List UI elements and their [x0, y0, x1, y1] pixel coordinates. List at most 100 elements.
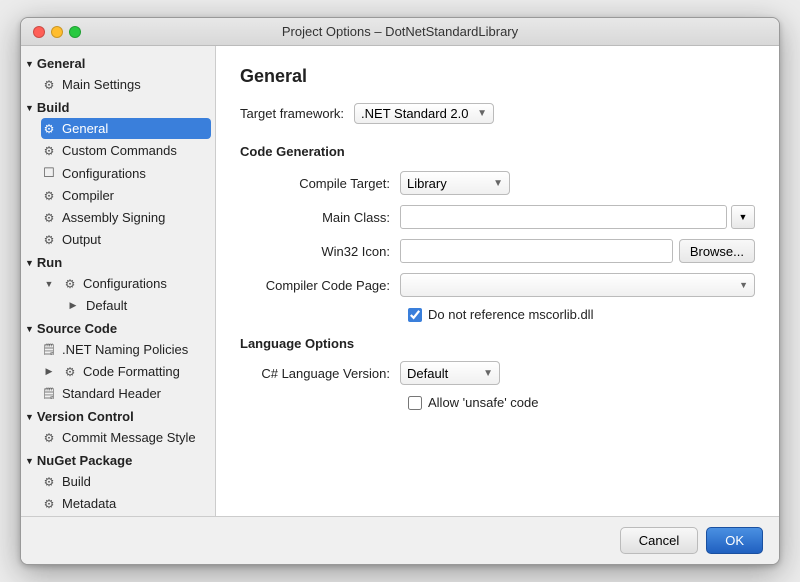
- main-class-dropdown[interactable]: ▼: [731, 205, 755, 229]
- sidebar-item-assembly-signing[interactable]: Assembly Signing: [41, 207, 211, 228]
- compile-target-row: Compile Target: Library ▼: [240, 171, 755, 195]
- mscorlib-label: Do not reference mscorlib.dll: [428, 307, 593, 322]
- sidebar-item-configurations-label: Configurations: [62, 166, 146, 181]
- sidebar-item-output[interactable]: Output: [41, 229, 211, 250]
- target-framework-label: Target framework:: [240, 106, 344, 121]
- sidebar-item-default-label: Default: [86, 298, 127, 313]
- sidebar-version-control-children: Commit Message Style: [21, 427, 215, 448]
- doc-icon: 🗒: [41, 343, 57, 356]
- main-window: Project Options – DotNetStandardLibrary …: [20, 17, 780, 565]
- maximize-button[interactable]: [69, 26, 81, 38]
- triangle-icon: ▼: [25, 324, 34, 334]
- unsafe-code-checkbox[interactable]: [408, 396, 422, 410]
- sidebar-item-main-settings[interactable]: Main Settings: [41, 74, 211, 95]
- chevron-down-icon: ▼: [483, 368, 493, 379]
- checkbox-icon: ☐: [41, 165, 57, 181]
- main-class-row: Main Class: ▼: [240, 205, 755, 229]
- win32-icon-input[interactable]: [400, 239, 673, 263]
- gear-icon: [41, 122, 57, 136]
- close-button[interactable]: [33, 26, 45, 38]
- win32-icon-label: Win32 Icon:: [240, 244, 400, 259]
- compiler-code-page-dropdown[interactable]: ▼: [400, 273, 755, 297]
- unsafe-code-label: Allow 'unsafe' code: [428, 395, 538, 410]
- sidebar-item-standard-header-label: Standard Header: [62, 386, 161, 401]
- sidebar-item-net-naming[interactable]: 🗒 .NET Naming Policies: [41, 339, 211, 360]
- gear-icon: [41, 189, 57, 203]
- chevron-down-icon: ▼: [493, 178, 503, 189]
- sidebar-item-net-naming-label: .NET Naming Policies: [62, 342, 188, 357]
- sidebar-item-custom-commands-label: Custom Commands: [62, 143, 177, 158]
- window-title: Project Options – DotNetStandardLibrary: [282, 24, 518, 39]
- compile-target-value: Library: [407, 176, 447, 191]
- sidebar-item-standard-header[interactable]: 🗒 Standard Header: [41, 383, 211, 404]
- sidebar-general-children: Main Settings: [21, 74, 215, 95]
- chevron-down-icon: ▼: [739, 212, 748, 222]
- main-panel: General Target framework: .NET Standard …: [216, 46, 779, 516]
- sidebar-build-children: General Custom Commands ☐ Configurations…: [21, 118, 215, 250]
- chevron-down-icon: ▼: [739, 280, 748, 290]
- sidebar-group-run-label: Run: [37, 255, 62, 270]
- csharp-version-dropdown[interactable]: Default ▼: [400, 361, 500, 385]
- code-generation-header: Code Generation: [240, 144, 755, 159]
- triangle-icon: ▼: [25, 258, 34, 268]
- sidebar-group-source-code-label: Source Code: [37, 321, 117, 336]
- sidebar-item-nuget-build[interactable]: Build: [41, 471, 211, 492]
- sidebar-item-code-formatting-label: Code Formatting: [83, 364, 180, 379]
- triangle-icon: ▼: [25, 59, 34, 69]
- sidebar-group-nuget[interactable]: ▼ NuGet Package: [21, 449, 215, 470]
- gear-icon: [41, 144, 57, 158]
- triangle-icon: ▼: [25, 456, 34, 466]
- sidebar-item-nuget-build-label: Build: [62, 474, 91, 489]
- mscorlib-checkbox[interactable]: [408, 308, 422, 322]
- triangle-icon: ▼: [25, 103, 34, 113]
- sidebar-run-children: ▼ Configurations ▶ Default: [21, 273, 215, 316]
- titlebar: Project Options – DotNetStandardLibrary: [21, 18, 779, 46]
- gear-icon: [41, 233, 57, 247]
- browse-button[interactable]: Browse...: [679, 239, 755, 263]
- gear-icon: [41, 78, 57, 92]
- triangle-sm-icon: ▶: [65, 300, 81, 311]
- sidebar-item-nuget-metadata-label: Metadata: [62, 496, 116, 511]
- framework-row: Target framework: .NET Standard 2.0 ▼: [240, 103, 755, 124]
- compiler-code-page-label: Compiler Code Page:: [240, 278, 400, 293]
- target-framework-value: .NET Standard 2.0: [361, 106, 468, 121]
- sidebar-item-code-formatting[interactable]: ▶ Code Formatting: [41, 361, 211, 382]
- sidebar-group-version-control[interactable]: ▼ Version Control: [21, 405, 215, 426]
- sidebar-group-version-control-label: Version Control: [37, 409, 134, 424]
- minimize-button[interactable]: [51, 26, 63, 38]
- sidebar-item-nuget-metadata[interactable]: Metadata: [41, 493, 211, 514]
- unsafe-code-row: Allow 'unsafe' code: [408, 395, 755, 410]
- sidebar-item-default[interactable]: ▶ Default: [41, 295, 211, 316]
- ok-button[interactable]: OK: [706, 527, 763, 554]
- sidebar-item-configurations[interactable]: ☐ Configurations: [41, 162, 211, 184]
- sidebar: ▼ General Main Settings ▼ Build General: [21, 46, 216, 516]
- csharp-version-row: C# Language Version: Default ▼: [240, 361, 755, 385]
- language-options-header: Language Options: [240, 336, 755, 351]
- sidebar-group-build-label: Build: [37, 100, 70, 115]
- cancel-button[interactable]: Cancel: [620, 527, 698, 554]
- sidebar-item-commit-message[interactable]: Commit Message Style: [41, 427, 211, 448]
- page-title: General: [240, 66, 755, 87]
- compile-target-dropdown[interactable]: Library ▼: [400, 171, 510, 195]
- gear-icon: [62, 277, 78, 291]
- sidebar-source-code-children: 🗒 .NET Naming Policies ▶ Code Formatting…: [21, 339, 215, 404]
- sidebar-group-general[interactable]: ▼ General: [21, 52, 215, 73]
- main-class-input[interactable]: [400, 205, 727, 229]
- sidebar-item-custom-commands[interactable]: Custom Commands: [41, 140, 211, 161]
- sidebar-group-source-code[interactable]: ▼ Source Code: [21, 317, 215, 338]
- footer: Cancel OK: [21, 516, 779, 564]
- sidebar-item-assembly-signing-label: Assembly Signing: [62, 210, 165, 225]
- target-framework-dropdown[interactable]: .NET Standard 2.0 ▼: [354, 103, 494, 124]
- mscorlib-row: Do not reference mscorlib.dll: [408, 307, 755, 322]
- sidebar-group-run[interactable]: ▼ Run: [21, 251, 215, 272]
- sidebar-item-commit-message-label: Commit Message Style: [62, 430, 196, 445]
- sidebar-item-run-configurations[interactable]: ▼ Configurations: [41, 273, 211, 294]
- sidebar-item-compiler[interactable]: Compiler: [41, 185, 211, 206]
- sidebar-group-general-label: General: [37, 56, 85, 71]
- gear-icon: [41, 497, 57, 511]
- sidebar-item-run-configurations-label: Configurations: [83, 276, 167, 291]
- sidebar-group-nuget-label: NuGet Package: [37, 453, 132, 468]
- main-class-label: Main Class:: [240, 210, 400, 225]
- sidebar-group-build[interactable]: ▼ Build: [21, 96, 215, 117]
- sidebar-item-build-general[interactable]: General: [41, 118, 211, 139]
